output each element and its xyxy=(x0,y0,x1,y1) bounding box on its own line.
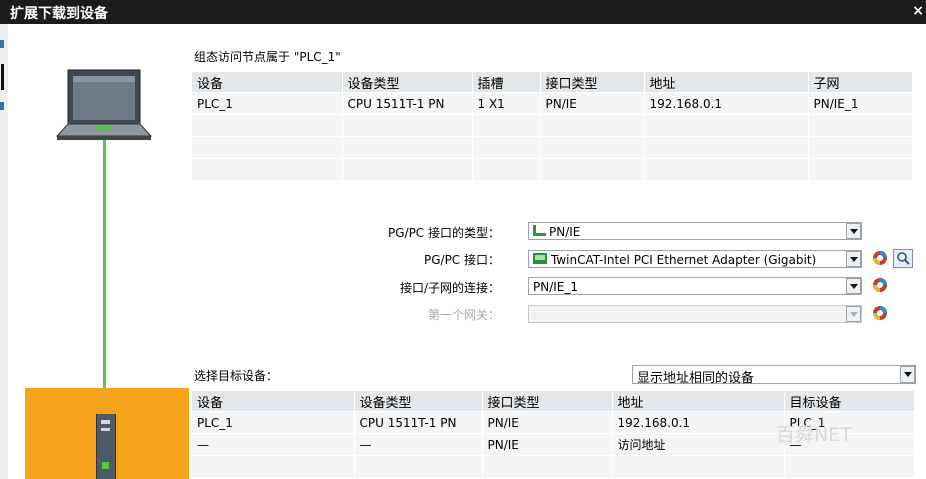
watermark: 百舜NET xyxy=(776,424,852,446)
first-gateway-select xyxy=(528,305,862,323)
network-connection-line xyxy=(103,140,106,420)
cell: PN/IE_1 xyxy=(808,92,913,115)
target-col-iftype[interactable]: 接口类型 xyxy=(482,391,613,412)
subnet-connection-select[interactable]: PN/IE_1 xyxy=(528,277,862,295)
cell: — xyxy=(192,433,355,456)
pgpc-interface-value: TwinCAT-Intel PCI Ethernet Adapter (Giga… xyxy=(551,253,817,267)
select-target-label: 选择目标设备： xyxy=(194,369,279,383)
target-filter-value: 显示地址相同的设备 xyxy=(637,371,755,386)
pgpc-interface-label: PG/PC 接口： xyxy=(423,253,500,267)
cell: 1 X1 xyxy=(472,92,541,115)
cell: PN/IE xyxy=(482,411,613,434)
cell: 192.168.0.1 xyxy=(644,92,809,115)
chevron-down-icon[interactable] xyxy=(846,278,861,294)
cell: 192.168.0.1 xyxy=(612,411,785,434)
config-col-device[interactable]: 设备 xyxy=(192,72,343,93)
cell: CPU 1511T-1 PN xyxy=(342,92,473,115)
pnie-icon xyxy=(533,225,546,236)
cell: 访问地址 xyxy=(612,433,785,456)
cell: PN/IE xyxy=(482,433,613,456)
subnet-connection-value: PN/IE_1 xyxy=(533,280,579,294)
dialog-title: 扩展下载到设备 xyxy=(10,6,108,22)
config-header-row: 设备 设备类型 插槽 接口类型 地址 子网 xyxy=(192,72,913,93)
cell: — xyxy=(354,433,483,456)
config-col-subnet[interactable]: 子网 xyxy=(808,72,913,93)
cell: CPU 1511T-1 PN xyxy=(354,411,483,434)
chevron-down-icon[interactable] xyxy=(846,251,861,267)
config-table: 设备 设备类型 插槽 接口类型 地址 子网 PLC_1 CPU 1511T-1 … xyxy=(192,72,913,180)
search-devices-icon[interactable] xyxy=(893,249,913,268)
target-col-target[interactable]: 目标设备 xyxy=(784,391,915,412)
table-row[interactable]: PLC_1 CPU 1511T-1 PN 1 X1 PN/IE 192.168.… xyxy=(192,92,913,115)
pgpc-type-label: PG/PC 接口的类型： xyxy=(387,226,500,240)
config-col-address[interactable]: 地址 xyxy=(644,72,809,93)
target-col-address[interactable]: 地址 xyxy=(612,391,785,412)
pgpc-type-select[interactable]: PN/IE xyxy=(528,222,862,240)
security-shield-icon[interactable] xyxy=(872,250,888,266)
chevron-down-icon xyxy=(846,306,861,322)
table-row[interactable] xyxy=(192,158,913,180)
security-shield-icon xyxy=(873,306,887,320)
table-row[interactable] xyxy=(192,114,913,137)
pgpc-interface-select[interactable]: TwinCAT-Intel PCI Ethernet Adapter (Giga… xyxy=(528,250,862,268)
target-filter-select[interactable]: 显示地址相同的设备 xyxy=(632,365,916,386)
left-edge-strip xyxy=(0,24,8,479)
target-col-type[interactable]: 设备类型 xyxy=(354,391,483,412)
cell: PLC_1 xyxy=(192,411,355,434)
config-col-slot[interactable]: 插槽 xyxy=(472,72,541,93)
config-col-iftype[interactable]: 接口类型 xyxy=(540,72,645,93)
config-caption: 组态访问节点属于 "PLC_1" xyxy=(194,50,341,64)
config-col-type[interactable]: 设备类型 xyxy=(342,72,473,93)
target-header-row: 设备 设备类型 接口类型 地址 目标设备 xyxy=(192,391,915,412)
cell: PLC_1 xyxy=(192,92,343,115)
table-row[interactable] xyxy=(192,455,915,477)
table-row[interactable] xyxy=(192,136,913,159)
subnet-connection-label: 接口/子网的连接： xyxy=(399,281,500,295)
target-col-device[interactable]: 设备 xyxy=(192,391,355,412)
pgpc-type-value: PN/IE xyxy=(549,225,581,239)
close-icon[interactable]: × xyxy=(912,3,924,19)
chevron-down-icon[interactable] xyxy=(900,366,915,383)
first-gateway-label: 第一个网关： xyxy=(427,308,500,322)
cell: PN/IE xyxy=(540,92,645,115)
laptop-icon xyxy=(55,69,153,140)
plc-icon xyxy=(96,414,116,479)
dialog-titlebar: 扩展下载到设备 × xyxy=(0,0,926,24)
chevron-down-icon[interactable] xyxy=(846,223,861,239)
security-shield-icon[interactable] xyxy=(872,277,888,293)
network-adapter-icon xyxy=(533,253,547,264)
